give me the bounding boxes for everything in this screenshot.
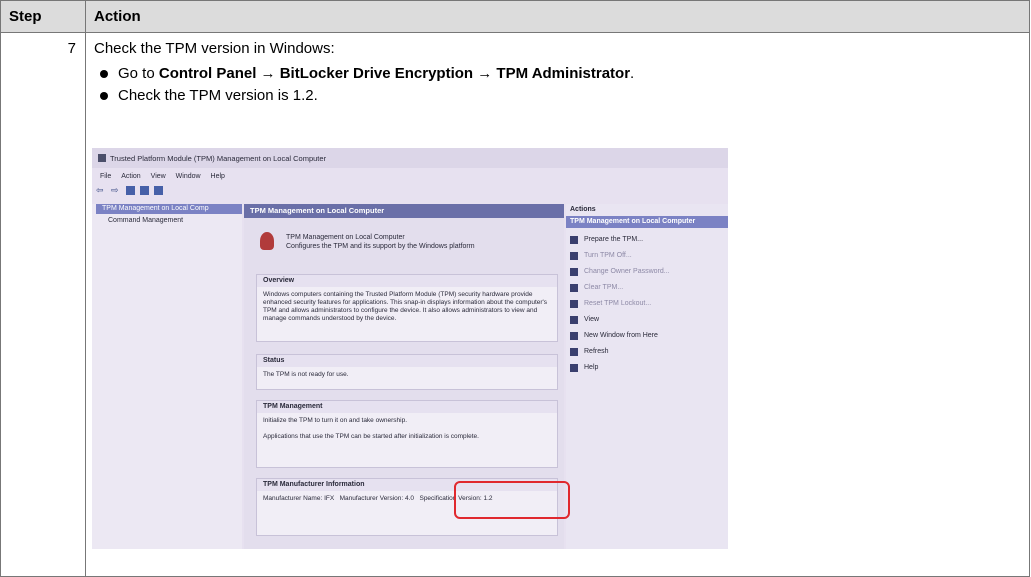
status-text: The TPM is not ready for use. [263,371,349,378]
header-step: Step [0,0,86,33]
actions-pane: Actions TPM Management on Local Computer… [566,204,728,549]
screenshot-photo: Trusted Platform Module (TPM) Management… [92,148,728,549]
overview-panel: Overview Windows computers containing th… [256,274,558,342]
step-number: 7 [0,32,86,577]
spec-version-highlight [454,481,570,519]
action-label: Turn TPM Off... [584,252,632,259]
action-label: Help [584,364,599,371]
manufacturer-version-label: Manufacturer Version: [339,495,404,502]
status-panel: Status The TPM is not ready for use. [256,354,558,390]
app-icon [98,154,106,162]
action-label: Change Owner Password... [584,268,670,275]
action-item: Prepare the TPM... [566,232,728,248]
list-item: Go to Control Panel → BitLocker Drive En… [94,63,1029,85]
actions-selected: TPM Management on Local Computer [566,216,728,228]
action-intro: Check the TPM version in Windows: [94,40,335,57]
menu-action: Action [121,173,141,180]
menu-file: File [100,173,112,180]
bullet-icon [100,70,108,78]
action-label: Reset TPM Lockout... [584,300,652,307]
header-action: Action [85,0,1030,33]
action-item: New Window from Here [566,328,728,344]
tpm-management-panel: TPM Management Initialize the TPM to tur… [256,400,558,468]
center-header: TPM Management on Local Computer [244,204,564,218]
menu-bar: File Action View Window Help [92,170,728,184]
console-tree: TPM Management on Local Comp Command Man… [92,204,242,549]
action-icon [570,268,578,276]
action-item: Reset TPM Lockout... [566,296,728,312]
bullet-icon [100,92,108,100]
tree-item-command-management: Command Management [108,217,184,224]
table-header-row: Step Action [0,0,1030,33]
manufacturer-name-value: IFX [324,495,335,502]
bullet1-suffix: . [630,65,635,82]
properties-icon [153,186,163,195]
menu-help: Help [210,173,225,180]
window-titlebar: Trusted Platform Module (TPM) Management… [92,148,728,168]
action-label: Clear TPM... [584,284,624,291]
center-intro-title: TPM Management on Local Computer [286,234,405,241]
action-icon [570,364,578,372]
action-icon [570,300,578,308]
action-item: Help [566,360,728,376]
forward-arrow-icon: ⇨ [110,185,119,195]
action-item: Refresh [566,344,728,360]
action-label: Prepare the TPM... [584,236,644,243]
action-item: Clear TPM... [566,280,728,296]
menu-view: View [150,173,166,180]
back-arrow-icon: ⇦ [96,185,104,195]
toolbar: ⇦ ⇨ [96,186,166,198]
menu-window: Window [175,173,201,180]
status-title: Status [257,355,557,367]
window-title: Trusted Platform Module (TPM) Management… [110,154,327,163]
action-icon [570,252,578,260]
action-icon [570,284,578,292]
help-icon [139,186,149,195]
manufacturer-version-value: 4.0 [405,495,415,502]
action-list: Go to Control Panel → BitLocker Drive En… [94,63,1029,107]
action-label: View [584,316,600,323]
overview-title: Overview [257,275,557,287]
action-icon [570,348,578,356]
bullet2-text: Check the TPM version is 1.2. [118,87,318,104]
action-icon [570,236,578,244]
console-tree-icon [125,186,135,195]
tpm-management-line2: Applications that use the TPM can be sta… [263,433,479,440]
bullet1-prefix: Go to [118,65,159,82]
center-intro: TPM Management on Local Computer Configu… [250,222,560,262]
action-item: View [566,312,728,328]
actions-list: Prepare the TPM... Turn TPM Off... Change … [566,232,728,376]
action-label: New Window from Here [584,332,658,339]
actions-title: Actions [570,206,596,213]
bullet1-path: Control Panel → BitLocker Drive Encrypti… [158,65,631,82]
manufacturer-name-label: Manufacturer Name: [263,495,323,502]
list-item: Check the TPM version is 1.2. [94,85,1029,107]
action-icon [570,332,578,340]
tpm-pin-icon [260,232,274,250]
action-item: Turn TPM Off... [566,248,728,264]
tpm-management-line1: Initialize the TPM to turn it on and tak… [263,417,408,424]
action-item: Change Owner Password... [566,264,728,280]
center-intro-desc: Configures the TPM and its support by th… [286,243,475,250]
action-icon [570,316,578,324]
tree-item-tpm: TPM Management on Local Comp [96,204,242,214]
tpm-management-title: TPM Management [257,401,557,413]
action-label: Refresh [584,348,609,355]
overview-text: Windows computers containing the Trusted… [263,291,548,322]
